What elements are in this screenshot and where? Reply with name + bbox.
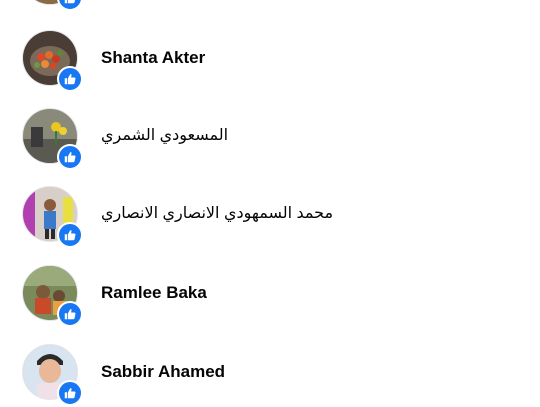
thumbs-up-icon xyxy=(64,388,76,399)
list-item[interactable]: المسعودي الشمري xyxy=(0,108,540,188)
reactions-list: Shanta Akter المسعودي الشمري محمد السمهو… xyxy=(0,0,540,407)
thumbs-up-icon xyxy=(64,74,76,85)
avatar[interactable] xyxy=(22,186,83,248)
list-item[interactable]: Shanta Akter xyxy=(0,30,540,110)
user-name[interactable]: Sabbir Ahamed xyxy=(101,344,225,400)
avatar[interactable] xyxy=(22,108,83,170)
thumbs-up-icon xyxy=(64,309,76,320)
list-item[interactable] xyxy=(0,0,540,29)
list-item[interactable]: Sabbir Ahamed xyxy=(0,344,540,407)
user-name[interactable]: Shanta Akter xyxy=(101,30,205,86)
like-badge xyxy=(57,380,83,406)
user-name[interactable]: المسعودي الشمري xyxy=(101,108,228,164)
avatar[interactable] xyxy=(22,265,83,327)
like-badge xyxy=(57,144,83,170)
avatar[interactable] xyxy=(22,344,83,406)
thumbs-up-icon xyxy=(64,152,76,163)
list-item[interactable]: محمد السمهودي الانصاري الانصاري xyxy=(0,186,540,266)
thumbs-up-icon xyxy=(64,0,76,4)
thumbs-up-icon xyxy=(64,230,76,241)
like-badge xyxy=(57,222,83,248)
avatar[interactable] xyxy=(22,30,83,92)
user-name[interactable]: Ramlee Baka xyxy=(101,265,207,321)
user-name[interactable]: محمد السمهودي الانصاري الانصاري xyxy=(101,186,333,242)
list-item[interactable]: Ramlee Baka xyxy=(0,265,540,345)
like-badge xyxy=(57,301,83,327)
like-badge xyxy=(57,66,83,92)
like-badge xyxy=(57,0,83,11)
avatar[interactable] xyxy=(22,0,83,11)
